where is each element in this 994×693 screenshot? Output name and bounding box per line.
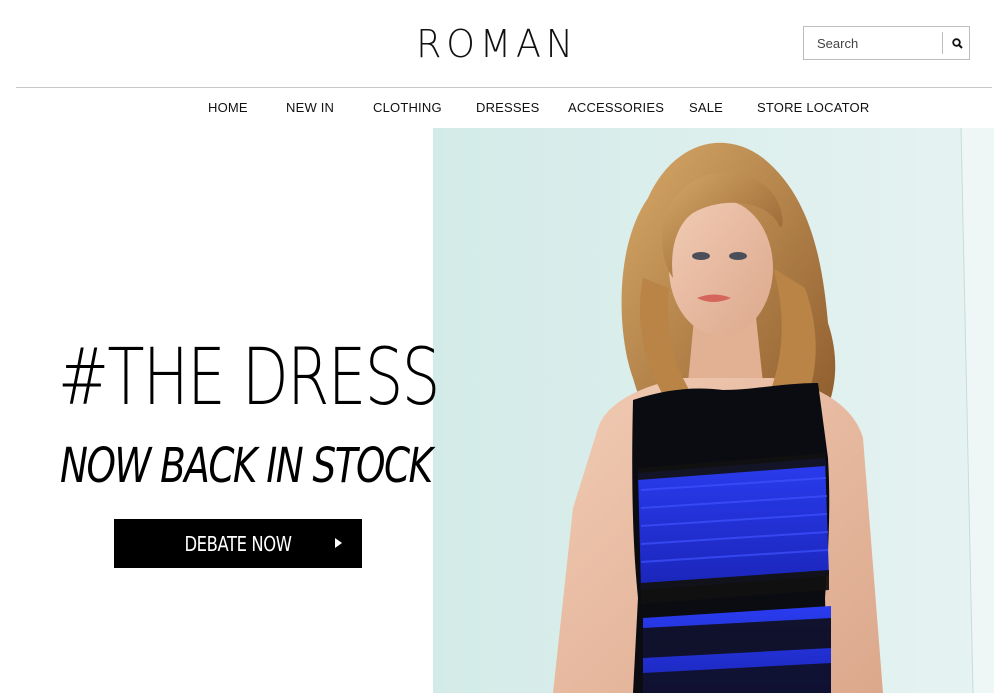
search-input[interactable] (804, 27, 942, 59)
main-nav: HOME NEW IN CLOTHING DRESSES ACCESSORIES… (0, 100, 994, 116)
model-illustration (433, 128, 994, 693)
hero-model-image[interactable] (433, 128, 994, 693)
hero-subheadline: NOW BACK IN STOCK (60, 438, 433, 494)
search-box (803, 26, 970, 60)
nav-item-dresses[interactable]: DRESSES (476, 100, 540, 115)
nav-item-sale[interactable]: SALE (689, 100, 723, 115)
play-arrow-icon (335, 538, 342, 548)
search-button[interactable] (944, 27, 970, 59)
nav-item-store-locator[interactable]: STORE LOCATOR (757, 100, 869, 115)
hero-banner[interactable]: #THE DRESS NOW BACK IN STOCK DEBATE NOW (0, 128, 994, 693)
hero-headline: #THE DRESS (58, 333, 440, 423)
cta-label: DEBATE NOW (184, 532, 292, 556)
nav-item-clothing[interactable]: CLOTHING (373, 100, 442, 115)
nav-item-new-in[interactable]: NEW IN (286, 100, 334, 115)
header-divider (16, 87, 992, 88)
search-icon (951, 37, 963, 49)
debate-now-button[interactable]: DEBATE NOW (114, 519, 362, 568)
nav-item-accessories[interactable]: ACCESSORIES (568, 100, 664, 115)
nav-item-home[interactable]: HOME (208, 100, 248, 115)
search-divider (942, 32, 943, 54)
